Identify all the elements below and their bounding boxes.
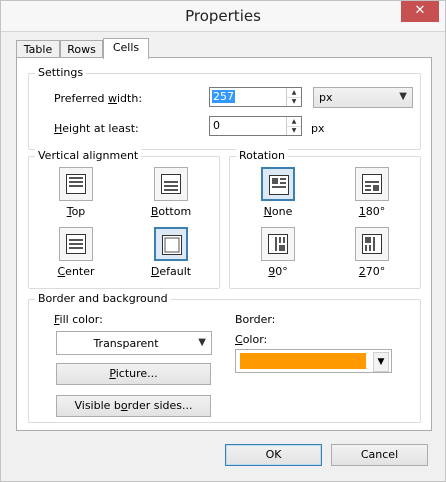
rotation-none-label: None [263,205,293,218]
visible-border-sides-button[interactable]: Visible border sides... [56,395,211,417]
height-spinner[interactable]: ▲ ▼ [286,117,301,135]
chevron-down-icon[interactable]: ▼ [373,352,389,372]
preferred-width-label: Preferred width: [54,92,143,105]
valign-center-label: Center [57,265,95,278]
valign-top-label: Top [66,205,86,218]
rotate-90-icon [268,234,288,254]
cells-panel: Settings Preferred width: 257 ▲ ▼ px ▼ He… [16,57,432,431]
border-label: Border: [235,313,276,326]
ok-button[interactable]: OK [225,444,322,466]
settings-group: Settings Preferred width: 257 ▲ ▼ px ▼ He… [28,66,421,150]
rotation-90-label: 90° [268,265,288,278]
properties-dialog: Properties ✕ Table Rows Cells Settings P… [0,0,446,482]
rotation-90-button[interactable] [261,227,295,261]
rotate-180-icon [362,174,382,194]
preferred-width-input[interactable]: 257 ▲ ▼ [209,87,302,107]
valign-bottom-button[interactable] [154,167,188,201]
border-color-picker[interactable]: ▼ [235,349,392,373]
title-bar: Properties ✕ [1,1,445,32]
align-bottom-icon [161,174,181,194]
align-default-icon [162,235,182,255]
valign-default-button[interactable] [154,227,188,261]
tab-rows[interactable]: Rows [60,40,103,58]
rotation-180-label: 180° [358,205,386,218]
border-color-label: Color: [235,333,268,346]
cancel-button[interactable]: Cancel [331,444,428,466]
border-background-title: Border and background [35,292,171,305]
vertical-alignment-title: Vertical alignment [35,149,142,162]
fill-color-select[interactable]: Transparent ▼ [56,331,212,355]
height-value: 0 [213,119,220,132]
spin-down-icon[interactable]: ▼ [287,97,301,106]
valign-default-label: Default [150,265,192,278]
spin-down-icon[interactable]: ▼ [287,126,301,135]
align-center-icon [66,234,86,254]
height-label: Height at least: [54,122,139,135]
tab-cells[interactable]: Cells [103,38,149,59]
picture-button[interactable]: Picture... [56,363,211,385]
tab-rows-label: Rows [67,43,96,56]
window-title: Properties [185,7,261,25]
chevron-down-icon: ▼ [198,337,206,348]
tab-table-label: Table [23,43,53,56]
settings-title: Settings [35,66,87,79]
preferred-width-spinner[interactable]: ▲ ▼ [286,88,301,106]
vertical-alignment-group: Vertical alignment Top Bottom Center Def… [28,149,220,289]
tab-table[interactable]: Table [16,40,60,58]
width-unit-select[interactable]: px ▼ [313,87,413,108]
tab-cells-label: Cells [112,41,140,54]
fill-color-value: Transparent [93,337,159,350]
rotation-title: Rotation [236,149,289,162]
rotation-270-button[interactable] [355,227,389,261]
chevron-down-icon: ▼ [399,91,407,102]
rotation-group: Rotation None 180° 90° 270° [229,149,421,289]
rotation-270-label: 270° [358,265,386,278]
align-top-icon [66,174,86,194]
rotation-none-button[interactable] [261,167,295,201]
rotation-180-button[interactable] [355,167,389,201]
rotate-none-icon [269,175,289,195]
width-unit-value: px [319,91,333,104]
rotate-270-icon [362,234,382,254]
fill-color-label: Fill color: [54,313,103,326]
preferred-width-value: 257 [212,90,235,103]
valign-top-button[interactable] [59,167,93,201]
valign-bottom-label: Bottom [150,205,192,218]
close-icon: ✕ [414,3,426,18]
border-background-group: Border and background Fill color: Transp… [28,292,421,423]
valign-center-button[interactable] [59,227,93,261]
height-unit: px [311,122,325,135]
border-color-swatch [240,353,366,369]
close-button[interactable]: ✕ [401,1,439,22]
height-input[interactable]: 0 ▲ ▼ [209,116,302,136]
